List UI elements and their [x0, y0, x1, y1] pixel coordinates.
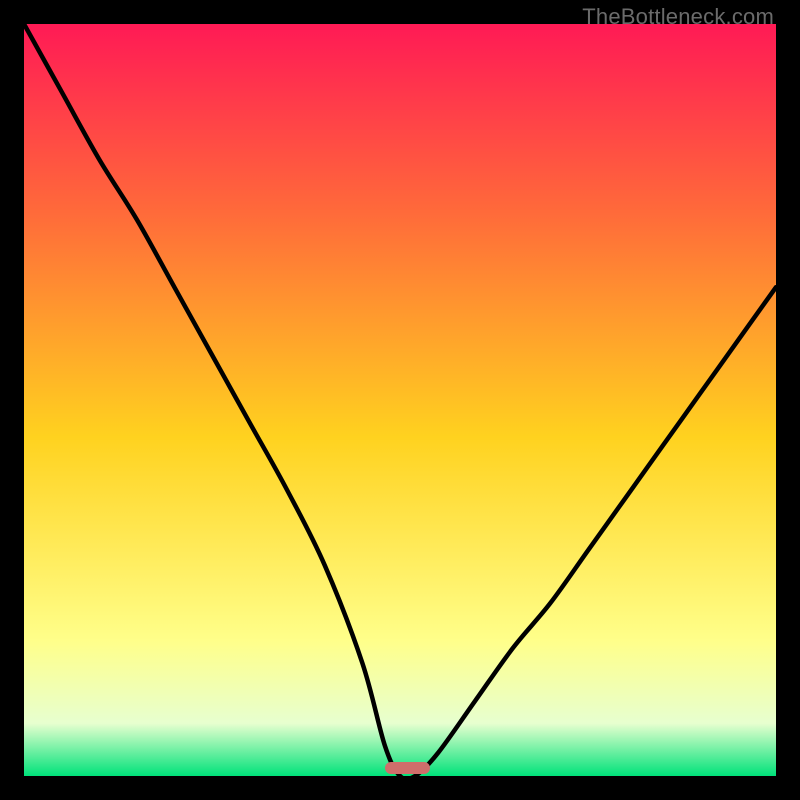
plot-area — [24, 24, 776, 776]
optimal-range-marker — [385, 762, 430, 774]
bottleneck-curve — [24, 24, 776, 776]
watermark-text: TheBottleneck.com — [582, 4, 774, 30]
chart-frame: TheBottleneck.com — [0, 0, 800, 800]
